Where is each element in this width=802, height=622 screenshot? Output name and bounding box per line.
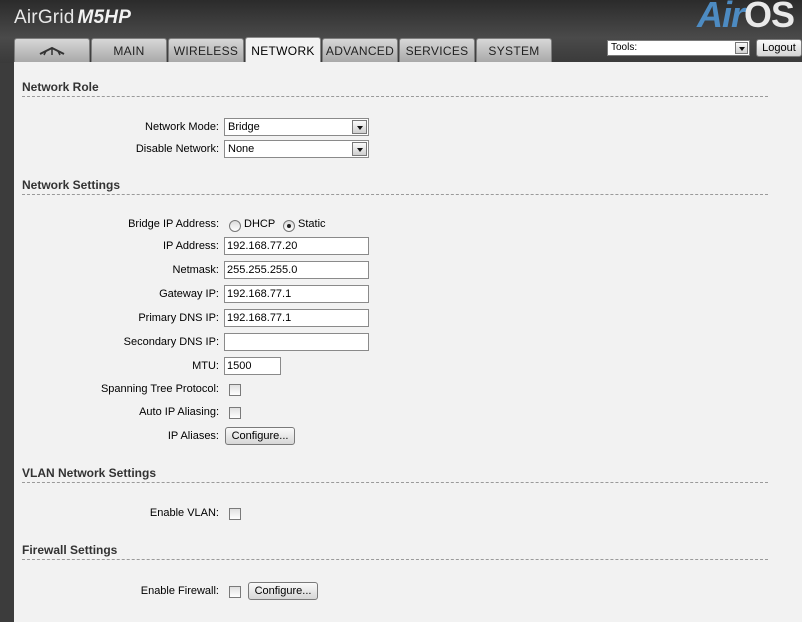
brand-name: AirGrid — [14, 7, 75, 28]
tools-select[interactable]: Tools: — [607, 40, 750, 56]
secondary-dns-label: Secondary DNS IP: — [123, 336, 219, 348]
logo-air: Air — [696, 0, 745, 35]
section-firewall: Firewall Settings — [22, 543, 768, 560]
tab-system[interactable]: SYSTEM — [476, 38, 552, 62]
ip-address-field[interactable]: 192.168.77.20 — [224, 237, 369, 255]
airos-logo: AirOS — [696, 0, 795, 36]
tab-advanced[interactable]: ADVANCED — [322, 38, 398, 62]
enable-vlan-checkbox[interactable] — [229, 508, 241, 520]
logout-button[interactable]: Logout — [756, 39, 802, 57]
device-brand: AirGrid M5HP — [14, 7, 131, 29]
netmask-label: Netmask: — [172, 264, 219, 276]
auto-ip-aliasing-label: Auto IP Aliasing: — [139, 406, 219, 418]
header-bar: AirGrid M5HP AirOS MAIN WIRELESS NETWORK … — [0, 0, 802, 63]
logo-os: OS — [743, 0, 795, 35]
disable-network-value: None — [228, 143, 255, 155]
chevron-down-icon[interactable] — [352, 120, 367, 134]
gateway-field[interactable]: 192.168.77.1 — [224, 285, 369, 303]
stp-label: Spanning Tree Protocol: — [100, 383, 219, 395]
netmask-field[interactable]: 255.255.255.0 — [224, 261, 369, 279]
tab-network[interactable]: NETWORK — [245, 37, 321, 63]
model-name: M5HP — [77, 7, 132, 28]
network-mode-label: Network Mode: — [145, 121, 219, 133]
chevron-down-icon[interactable] — [735, 42, 748, 54]
tab-wireless[interactable]: WIRELESS — [168, 38, 244, 62]
tools-select-value: Tools: — [611, 42, 638, 53]
enable-firewall-checkbox[interactable] — [229, 586, 241, 598]
static-label: Static — [298, 218, 326, 230]
static-radio[interactable] — [283, 220, 295, 232]
primary-dns-field[interactable]: 192.168.77.1 — [224, 309, 369, 327]
secondary-dns-field[interactable] — [224, 333, 369, 351]
mtu-label: MTU: — [192, 360, 219, 372]
tab-services[interactable]: SERVICES — [399, 38, 475, 62]
enable-firewall-label: Enable Firewall: — [140, 585, 219, 597]
auto-ip-aliasing-checkbox[interactable] — [229, 407, 241, 419]
dhcp-label: DHCP — [244, 218, 276, 230]
section-vlan: VLAN Network Settings — [22, 466, 768, 483]
stp-checkbox[interactable] — [229, 384, 241, 396]
chevron-down-icon[interactable] — [352, 142, 367, 156]
gateway-label: Gateway IP: — [159, 288, 219, 300]
section-network-role: Network Role — [22, 80, 768, 97]
primary-dns-label: Primary DNS IP: — [138, 312, 219, 324]
network-mode-value: Bridge — [228, 121, 260, 133]
bridge-ip-label: Bridge IP Address: — [128, 218, 219, 230]
ip-aliases-label: IP Aliases: — [167, 430, 219, 442]
tab-main[interactable]: MAIN — [91, 38, 167, 62]
enable-vlan-label: Enable VLAN: — [149, 507, 219, 519]
tab-home[interactable] — [14, 38, 90, 62]
mtu-field[interactable]: 1500 — [224, 357, 281, 375]
network-mode-select[interactable]: Bridge — [224, 118, 369, 136]
ubiquiti-logo-icon — [39, 46, 65, 56]
section-network-settings: Network Settings — [22, 178, 768, 195]
ip-address-label: IP Address: — [162, 240, 219, 252]
disable-network-label: Disable Network: — [135, 143, 219, 155]
firewall-configure-button[interactable]: Configure... — [248, 582, 318, 600]
ip-aliases-configure-button[interactable]: Configure... — [225, 427, 295, 445]
dhcp-radio[interactable] — [229, 220, 241, 232]
disable-network-select[interactable]: None — [224, 140, 369, 158]
